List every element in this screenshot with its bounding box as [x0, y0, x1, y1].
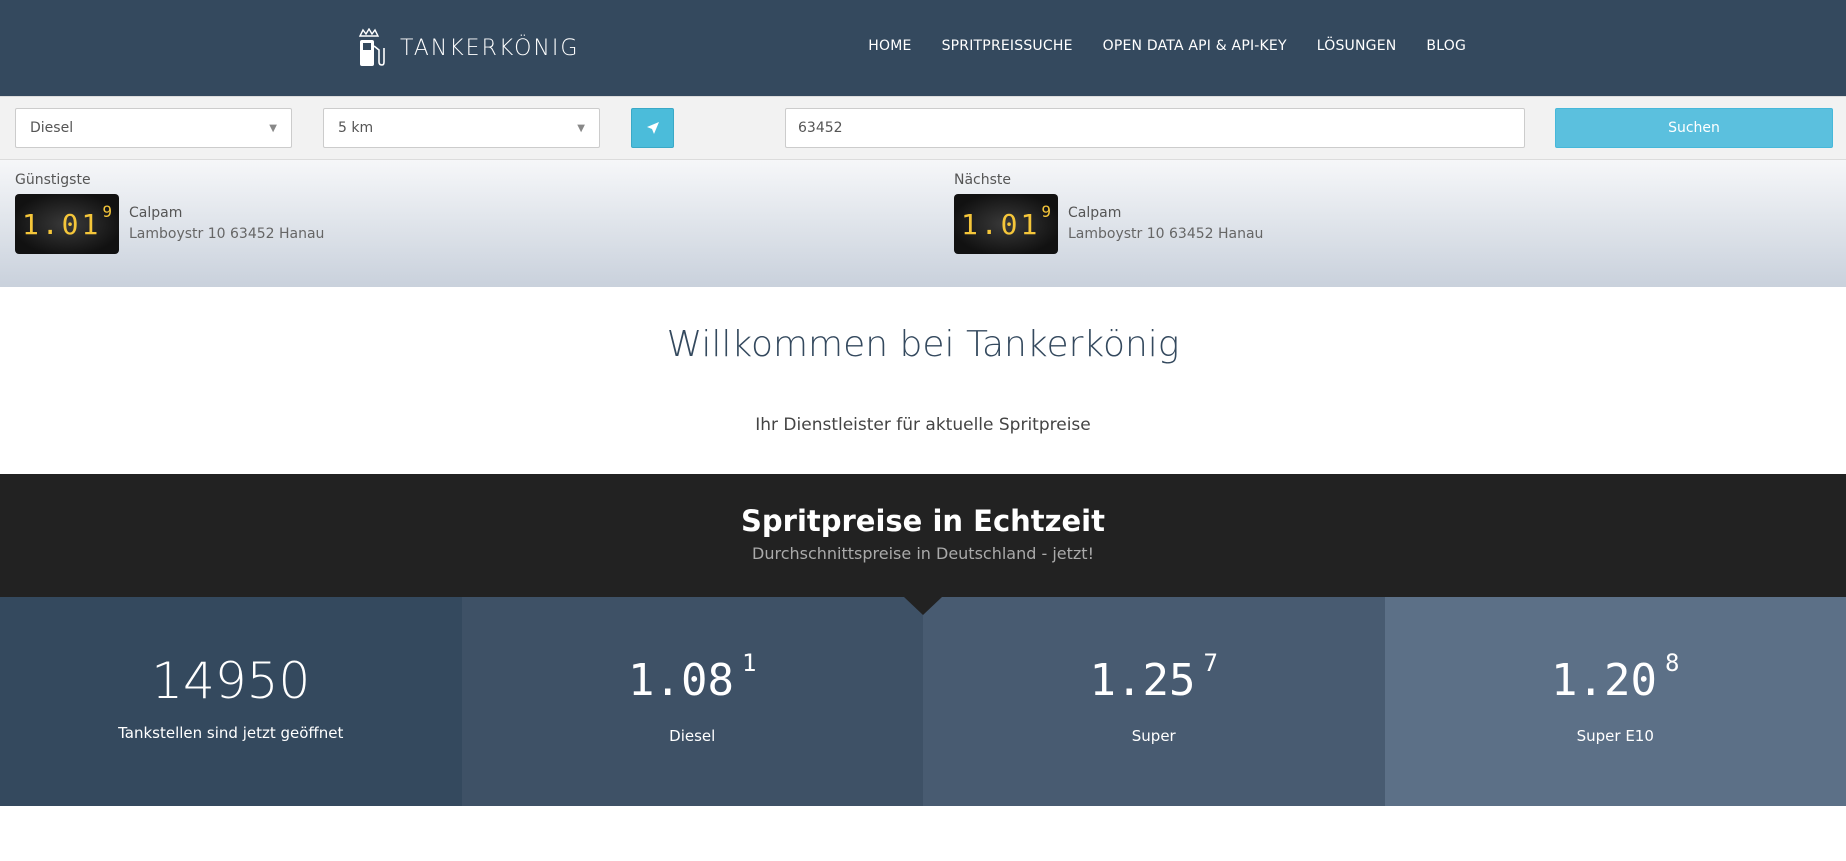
nav-spritpreissuche[interactable]: SPRITPREISSUCHE — [942, 38, 1073, 54]
diesel-price-main: 1.08 — [628, 655, 734, 706]
nav-loesungen[interactable]: LÖSUNGEN — [1317, 38, 1397, 54]
e10-label: Super E10 — [1576, 727, 1654, 745]
diesel-label: Diesel — [669, 727, 716, 745]
open-stations-label: Tankstellen sind jetzt geöffnet — [118, 724, 344, 742]
radius-select[interactable]: 5 km ▼ — [323, 108, 600, 148]
banner-pointer — [904, 597, 942, 615]
stat-open-stations: 14950 Tankstellen sind jetzt geöffnet — [0, 597, 462, 806]
zip-value: 63452 — [798, 120, 843, 136]
fuel-pump-crown-icon — [358, 28, 385, 66]
top-navbar: TANKERKÖNIG HOME SPRITPREISSUCHE OPEN DA… — [0, 0, 1846, 96]
price-sup: 9 — [1041, 202, 1052, 221]
super-label: Super — [1131, 727, 1176, 745]
super-price-sup: 7 — [1203, 649, 1218, 677]
e10-price-sup: 8 — [1665, 649, 1680, 677]
brand-logo[interactable]: TANKERKÖNIG — [356, 28, 579, 68]
station-address: Lamboystr 10 63452 Hanau — [129, 226, 325, 242]
welcome-title: Willkommen bei Tankerkönig — [666, 324, 1180, 365]
cheapest-result[interactable]: Günstigste 1.01 9 Calpam Lamboystr 10 63… — [15, 172, 324, 254]
station-address: Lamboystr 10 63452 Hanau — [1068, 226, 1264, 242]
diesel-price-sup: 1 — [742, 649, 757, 677]
stat-super-e10: 1.20 8 Super E10 — [1384, 597, 1846, 806]
zip-input[interactable]: 63452 — [785, 108, 1525, 148]
main-nav: HOME SPRITPREISSUCHE OPEN DATA API & API… — [868, 38, 1466, 54]
results-strip: Günstigste 1.01 9 Calpam Lamboystr 10 63… — [0, 160, 1846, 287]
stat-diesel: 1.08 1 Diesel — [461, 597, 923, 806]
nav-open-data-api[interactable]: OPEN DATA API & API-KEY — [1103, 38, 1287, 54]
open-stations-count: 14950 — [151, 652, 311, 710]
price-display: 1.01 9 — [15, 194, 119, 254]
cheapest-label: Günstigste — [15, 172, 91, 188]
brand-name: TANKERKÖNIG — [400, 35, 580, 61]
radius-value: 5 km — [338, 120, 374, 136]
location-arrow-icon — [646, 122, 659, 134]
search-button[interactable]: Suchen — [1555, 108, 1833, 148]
fuel-type-value: Diesel — [30, 120, 74, 136]
price-display: 1.01 9 — [954, 194, 1058, 254]
banner-subtitle: Durchschnittspreise in Deutschland - jet… — [752, 544, 1094, 563]
price-main: 1.01 — [960, 208, 1041, 241]
stat-super: 1.25 7 Super — [923, 597, 1385, 806]
fuel-type-select[interactable]: Diesel ▼ — [15, 108, 292, 148]
e10-price-main: 1.20 — [1551, 655, 1657, 706]
nearest-result[interactable]: Nächste 1.01 9 Calpam Lamboystr 10 63452… — [954, 172, 1263, 254]
price-sup: 9 — [102, 202, 113, 221]
price-main: 1.01 — [21, 208, 102, 241]
locate-me-button[interactable] — [631, 108, 674, 148]
super-price-main: 1.25 — [1089, 655, 1196, 706]
chevron-down-icon: ▼ — [269, 122, 277, 134]
nav-home[interactable]: HOME — [868, 38, 911, 54]
chevron-down-icon: ▼ — [577, 122, 585, 134]
station-name: Calpam — [129, 205, 183, 221]
nearest-label: Nächste — [954, 172, 1012, 188]
realtime-banner: Spritpreise in Echtzeit Durchschnittspre… — [0, 474, 1846, 597]
welcome-section: Willkommen bei Tankerkönig Ihr Dienstlei… — [0, 287, 1846, 474]
station-name: Calpam — [1068, 205, 1122, 221]
banner-title: Spritpreise in Echtzeit — [741, 504, 1105, 538]
search-bar: Diesel ▼ 5 km ▼ 63452 Suchen — [0, 96, 1846, 160]
nav-blog[interactable]: BLOG — [1426, 38, 1466, 54]
welcome-subtitle: Ihr Dienstleister für aktuelle Spritprei… — [755, 415, 1091, 435]
stats-row: 14950 Tankstellen sind jetzt geöffnet 1.… — [0, 597, 1846, 806]
